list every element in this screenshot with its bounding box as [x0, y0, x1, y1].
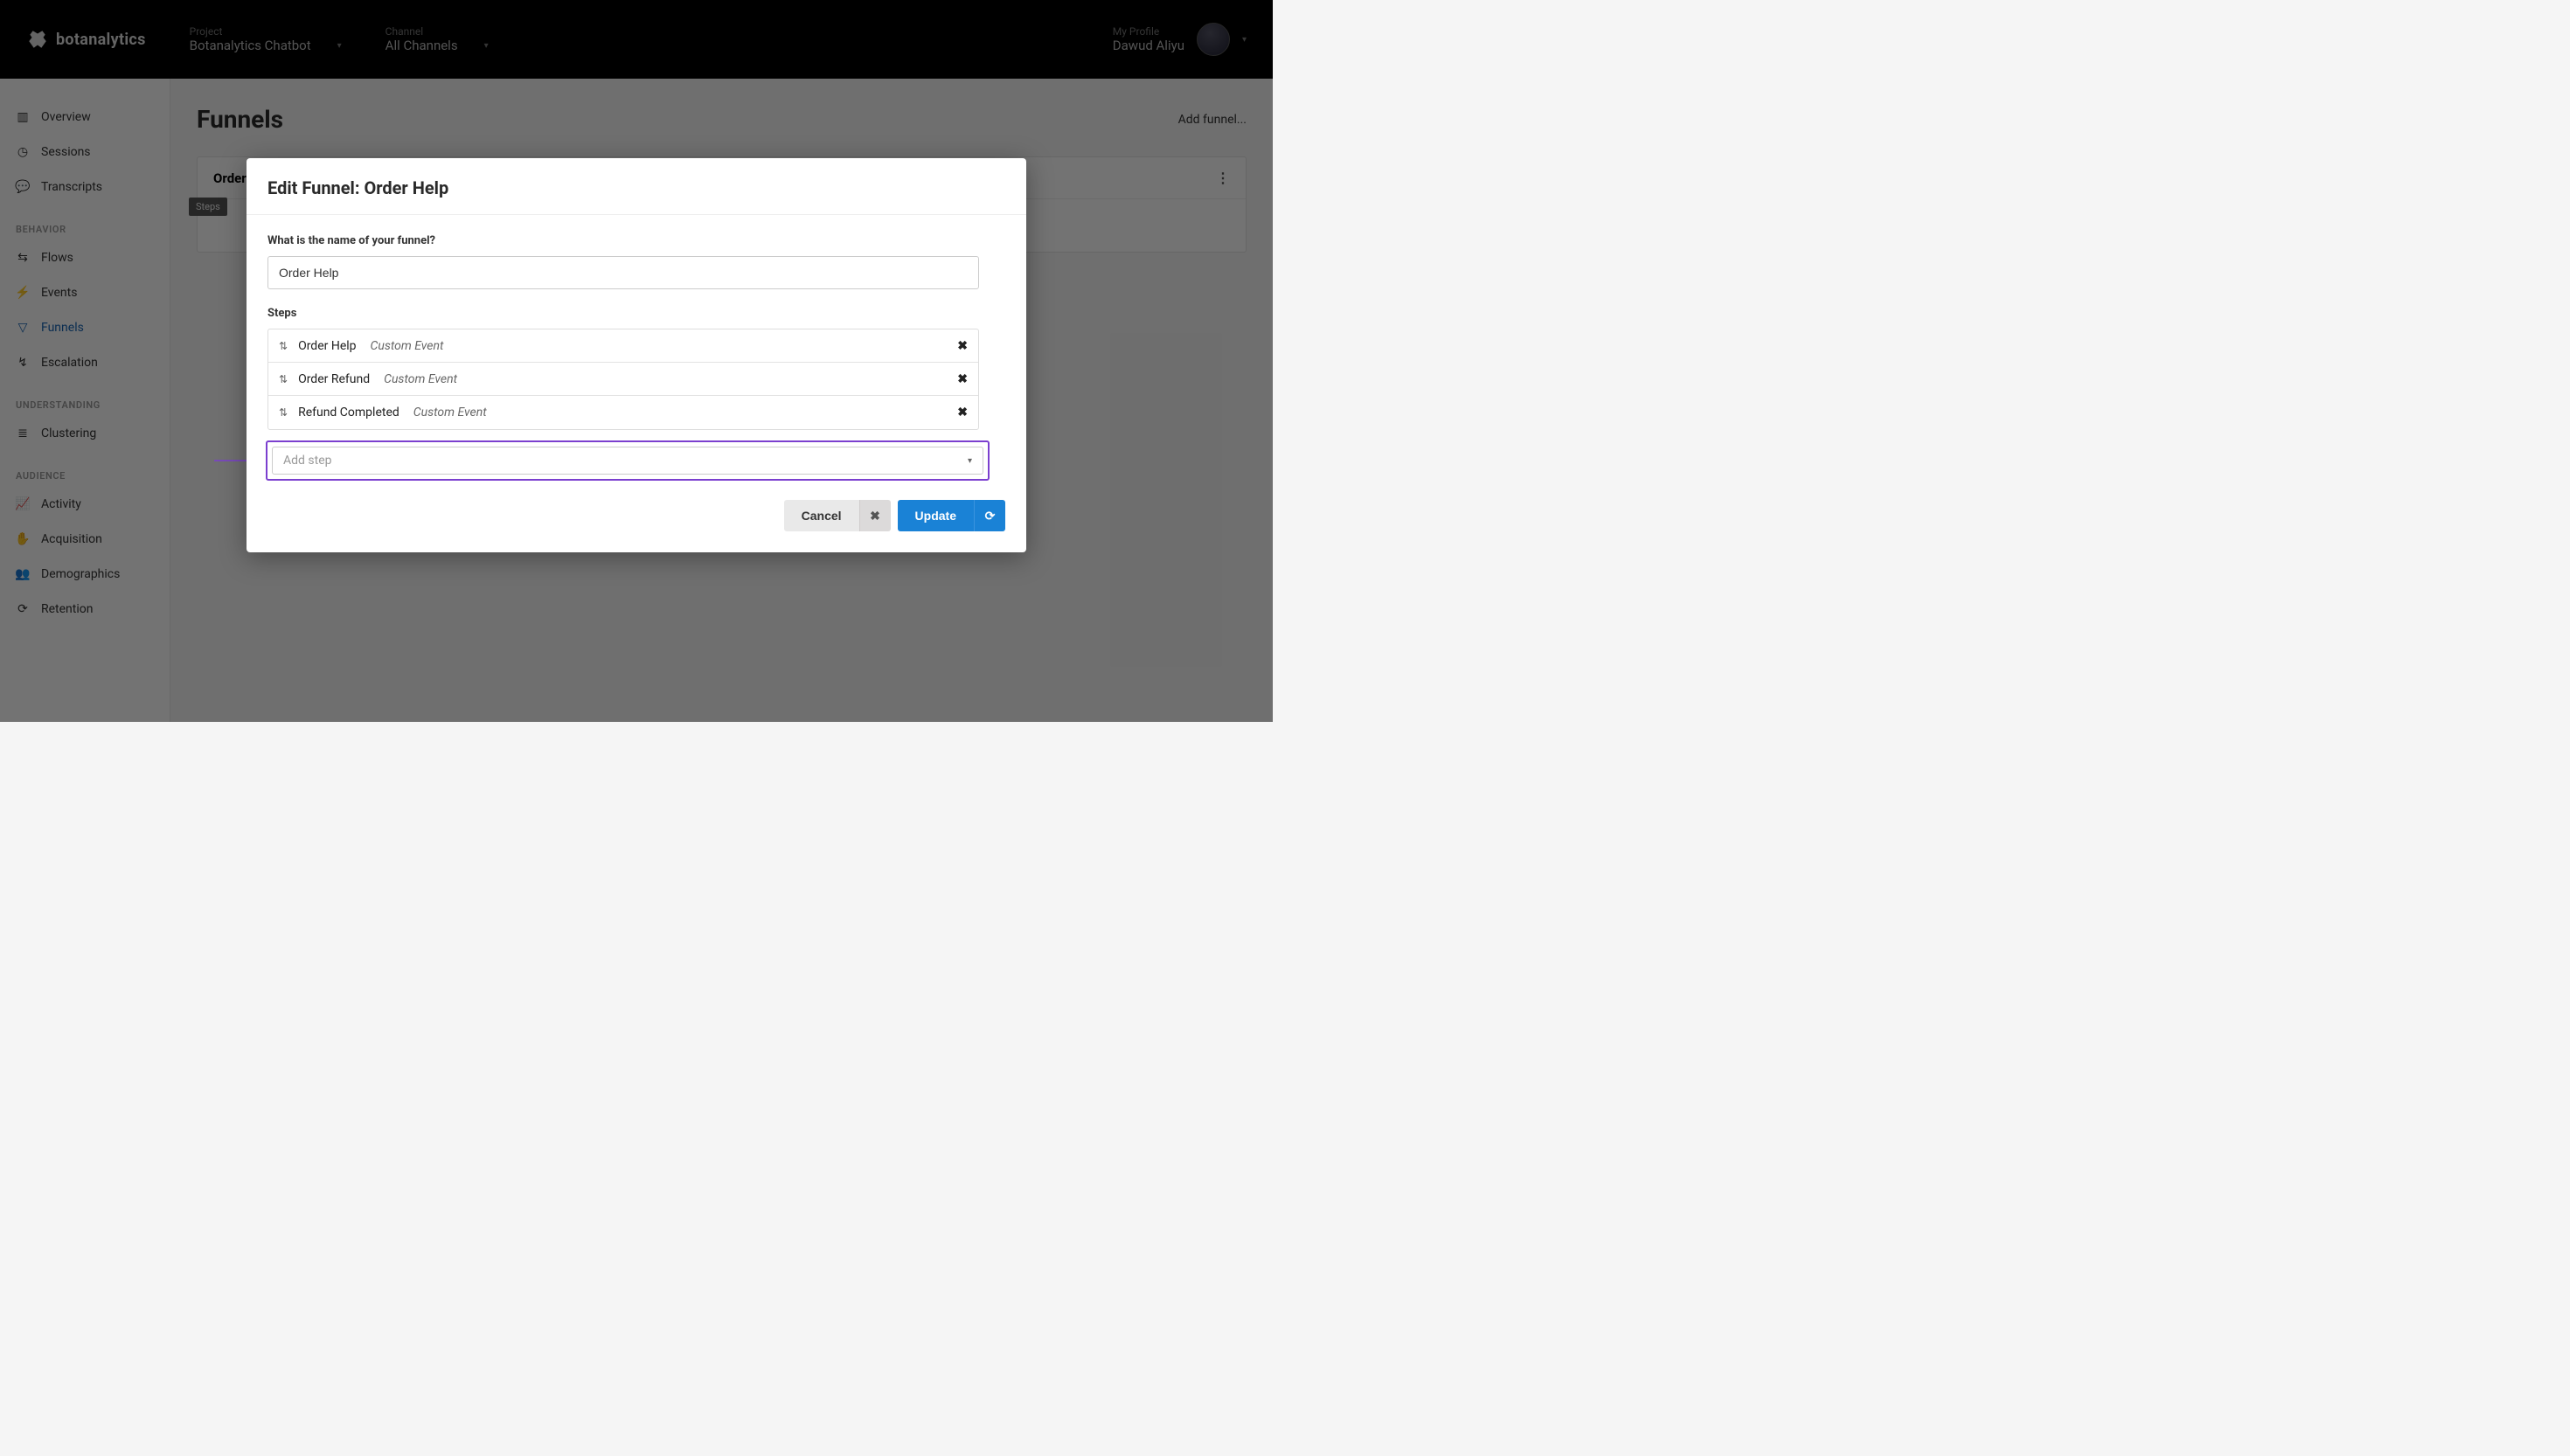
step-row[interactable]: ⇅ Order Refund Custom Event ✖	[268, 363, 978, 396]
add-step-highlight: Add step ▾	[267, 442, 988, 479]
cancel-close-button[interactable]: ✖	[859, 500, 891, 531]
step-type: Custom Event	[413, 406, 487, 419]
step-row[interactable]: ⇅ Refund Completed Custom Event ✖	[268, 396, 978, 429]
update-button[interactable]: Update	[898, 500, 974, 531]
remove-step-icon[interactable]: ✖	[957, 372, 968, 386]
step-type: Custom Event	[371, 339, 444, 353]
modal-title: Edit Funnel: Order Help	[247, 158, 1026, 215]
remove-step-icon[interactable]: ✖	[957, 406, 968, 419]
update-group: Update ⟳	[898, 500, 1005, 531]
steps-label: Steps	[267, 307, 1005, 320]
remove-step-icon[interactable]: ✖	[957, 339, 968, 353]
drag-handle-icon[interactable]: ⇅	[279, 406, 288, 419]
step-row[interactable]: ⇅ Order Help Custom Event ✖	[268, 329, 978, 363]
cancel-button[interactable]: Cancel	[784, 500, 859, 531]
edit-funnel-modal: Edit Funnel: Order Help What is the name…	[247, 158, 1026, 552]
add-step-placeholder: Add step	[283, 454, 332, 468]
step-name: Order Help	[298, 339, 356, 353]
steps-list: ⇅ Order Help Custom Event ✖ ⇅ Order Refu…	[267, 329, 979, 430]
funnel-name-input[interactable]	[267, 256, 979, 289]
step-type: Custom Event	[384, 372, 457, 386]
caret-down-icon: ▾	[968, 456, 972, 466]
update-refresh-button[interactable]: ⟳	[974, 500, 1005, 531]
add-step-select[interactable]: Add step ▾	[272, 447, 983, 475]
drag-handle-icon[interactable]: ⇅	[279, 373, 288, 385]
funnel-name-label: What is the name of your funnel?	[267, 234, 1005, 247]
step-name: Order Refund	[298, 372, 370, 386]
cancel-group: Cancel ✖	[784, 500, 891, 531]
drag-handle-icon[interactable]: ⇅	[279, 340, 288, 352]
step-name: Refund Completed	[298, 406, 399, 419]
